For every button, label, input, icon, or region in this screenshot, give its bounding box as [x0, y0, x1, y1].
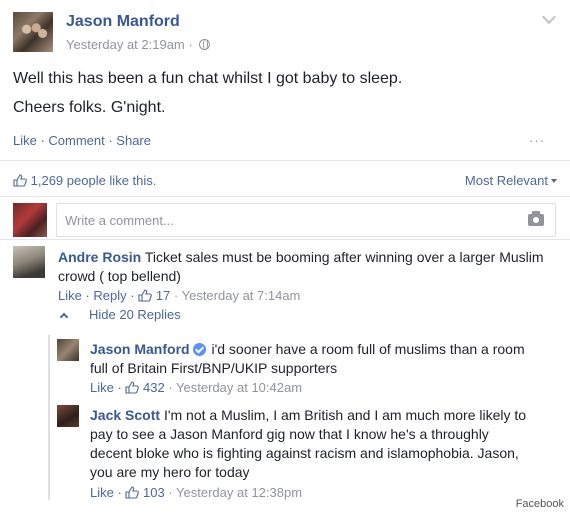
divider: [0, 196, 570, 197]
divider: [0, 239, 570, 240]
reply-author-name[interactable]: Jason Manford: [90, 341, 190, 357]
reply: Jason Manford i'd sooner have a room ful…: [90, 340, 550, 378]
meta-separator: ·: [188, 37, 193, 52]
reply-text-line-1: i'd sooner have a room full of muslims t…: [211, 341, 525, 357]
chevron-up-icon: [59, 312, 69, 322]
reply-time[interactable]: · Yesterday at 12:38pm: [165, 485, 302, 500]
reply-actions: Like · 103 · Yesterday at 12:38pm: [90, 485, 302, 500]
hide-replies-toggle[interactable]: Hide 20 Replies: [53, 307, 181, 322]
comment-composer[interactable]: [56, 203, 556, 237]
reply-text-line-4: you are my hero for today: [90, 464, 250, 480]
reply-author-name[interactable]: Jack Scott: [90, 407, 160, 423]
sort-dropdown[interactable]: Most Relevant: [465, 173, 557, 188]
commenter-name[interactable]: Andre Rosin: [58, 249, 141, 265]
commenter-avatar[interactable]: [13, 246, 45, 278]
reply-like-link[interactable]: Like ·: [90, 485, 125, 500]
reply-thread-line: [48, 335, 50, 500]
sort-label: Most Relevant: [464, 173, 548, 188]
reply-time[interactable]: · Yesterday at 10:42am: [165, 380, 302, 395]
thumbs-up-icon: [125, 381, 140, 394]
caret-down-icon: [551, 179, 557, 183]
facebook-post: Jason Manford Yesterday at 2:19am · Well…: [0, 0, 570, 513]
comment-input[interactable]: [65, 204, 505, 236]
thumbs-up-icon: [13, 174, 27, 187]
current-user-avatar: [13, 203, 47, 237]
likes-count-text: 1,269 people like this.: [30, 173, 157, 188]
reply-actions: Like · 432 · Yesterday at 10:42am: [90, 380, 302, 395]
camera-icon[interactable]: [528, 211, 544, 226]
reply-text-line-2: pay to see a Jason Manford gig now that …: [90, 426, 489, 442]
image-credit: Facebook: [515, 498, 564, 510]
likes-summary[interactable]: 1,269 people like this.: [13, 173, 156, 188]
reply-avatar[interactable]: [57, 339, 79, 361]
divider: [0, 160, 570, 161]
more-options-icon[interactable]: ···: [529, 133, 545, 148]
comment-time[interactable]: · Yesterday at 7:14am: [170, 288, 300, 303]
reply-avatar[interactable]: [57, 405, 79, 427]
reply-text-line-3: decent bloke who is fighting against rac…: [90, 445, 519, 461]
thumbs-up-icon: [138, 289, 153, 302]
comment-text-line-2: crowd ( top bellend): [58, 268, 181, 284]
post-meta: Yesterday at 2:19am ·: [66, 37, 211, 52]
post-text-line-2: Cheers folks. G'night.: [13, 99, 166, 116]
reply-like-count[interactable]: 103: [143, 485, 165, 500]
reply: Jack Scott I'm not a Muslim, I am Britis…: [90, 406, 560, 482]
reply-like-count[interactable]: 432: [143, 380, 165, 395]
post-timestamp[interactable]: Yesterday at 2:19am: [66, 37, 185, 52]
reply-like-link[interactable]: Like ·: [90, 380, 125, 395]
post-author-name[interactable]: Jason Manford: [66, 13, 180, 31]
comment-like-reply[interactable]: Like · Reply ·: [58, 288, 138, 303]
thumbs-up-icon: [125, 486, 140, 499]
reply-text-line-2: full of Britain First/BNP/UKIP supporter…: [90, 360, 338, 376]
comment: Andre Rosin Ticket sales must be booming…: [58, 248, 558, 286]
comment-like-count[interactable]: 17: [156, 288, 170, 303]
hide-replies-label: Hide 20 Replies: [89, 307, 181, 322]
chevron-down-icon[interactable]: [541, 9, 557, 25]
comment-text-line-1: Ticket sales must be booming after winni…: [144, 249, 544, 265]
globe-icon: [199, 39, 211, 50]
post-actions[interactable]: Like · Comment · Share: [13, 133, 151, 148]
author-avatar[interactable]: [13, 12, 53, 52]
verified-badge-icon: [192, 343, 206, 356]
reply-text-line-1: I'm not a Muslim, I am British and I am …: [163, 407, 527, 423]
comment-actions: Like · Reply · 17 · Yesterday at 7:14am: [58, 288, 300, 303]
post-text-line-1: Well this has been a fun chat whilst I g…: [13, 70, 403, 87]
